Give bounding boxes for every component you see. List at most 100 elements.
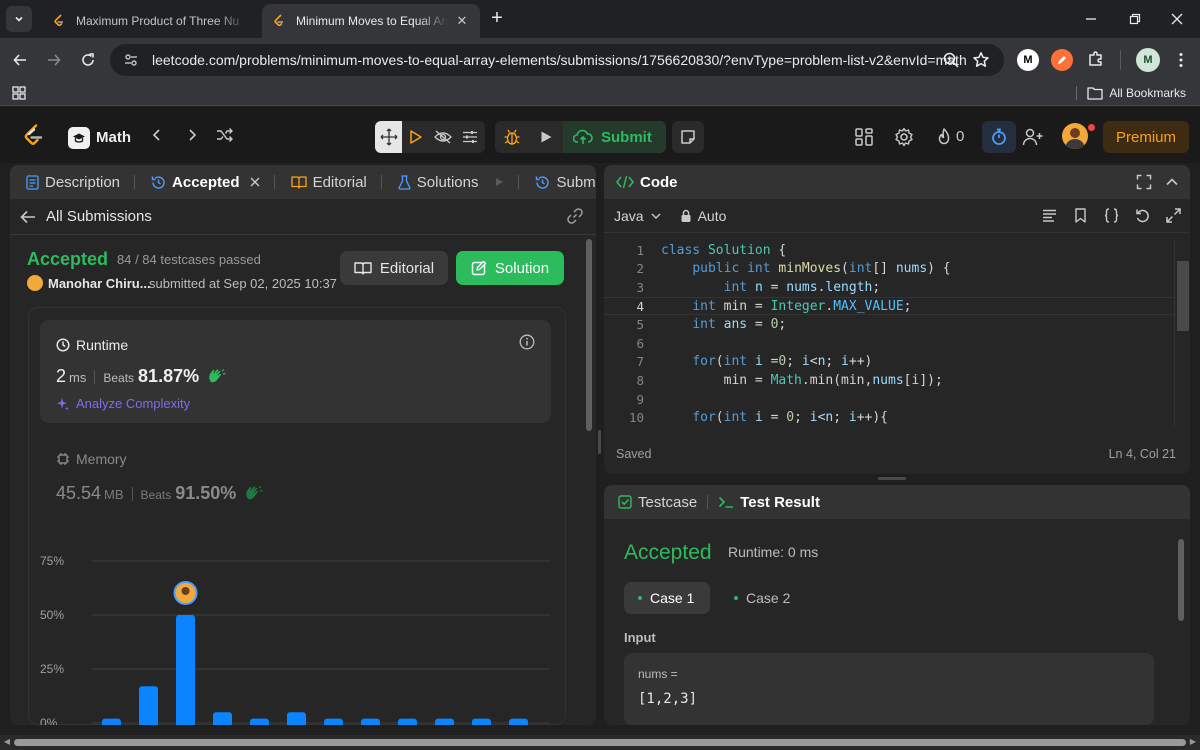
debugger-button[interactable]	[495, 121, 529, 153]
editorial-button[interactable]: Editorial	[340, 251, 448, 285]
page-horizontal-scrollbar[interactable]: ◀ ▶	[0, 735, 1200, 750]
notes-button[interactable]	[672, 121, 704, 153]
code-line[interactable]: 4 int min = Integer.MAX_VALUE;	[604, 296, 1174, 316]
back-button[interactable]	[8, 48, 32, 72]
chart-bar[interactable]	[250, 718, 269, 725]
leetcode-logo-icon[interactable]	[22, 124, 44, 148]
case-tab-1[interactable]: Case 1	[624, 582, 710, 614]
chart-bar[interactable]	[213, 712, 232, 725]
chart-bar[interactable]	[139, 686, 158, 725]
address-bar[interactable]: leetcode.com/problems/minimum-moves-to-e…	[110, 44, 1004, 76]
new-tab-button[interactable]: +	[486, 8, 508, 30]
language-selector[interactable]: Java	[614, 208, 662, 224]
editor-scrollbar[interactable]	[1174, 241, 1189, 427]
layout-grid-icon[interactable]	[854, 127, 874, 147]
left-panel-scrollbar[interactable]	[584, 235, 594, 725]
browser-tab-inactive[interactable]: Maximum Product of Three Nu	[42, 4, 260, 38]
more-menu-icon[interactable]	[1172, 51, 1190, 69]
next-problem-button[interactable]	[183, 127, 201, 145]
info-icon[interactable]	[519, 334, 535, 350]
panel-resize-handle-horizontal[interactable]	[878, 477, 906, 480]
code-line[interactable]: 9	[604, 390, 1174, 409]
test-panel-scrollbar[interactable]	[1176, 535, 1186, 715]
apps-grid-icon[interactable]	[12, 86, 26, 100]
all-submissions-link[interactable]: All Submissions	[10, 199, 596, 235]
browser-tab-active[interactable]: Minimum Moves to Equal Array ✕	[262, 4, 480, 38]
chart-bar[interactable]	[509, 718, 528, 725]
run-debug-button[interactable]	[402, 121, 429, 153]
test-scroll-thumb[interactable]	[1178, 539, 1184, 621]
tab-submissions[interactable]: Submissions	[531, 174, 596, 191]
extensions-puzzle-icon[interactable]	[1087, 50, 1105, 68]
reset-icon[interactable]	[1134, 207, 1151, 224]
zoom-icon[interactable]	[942, 51, 960, 69]
code-line[interactable]: 7 for(int i =0; i<n; i++)	[604, 353, 1174, 372]
scroll-right-icon[interactable]: ▶	[1188, 737, 1198, 747]
fullscreen-icon[interactable]	[1136, 174, 1152, 190]
chart-bar[interactable]	[472, 718, 491, 725]
flame-icon[interactable]	[934, 127, 954, 147]
user-avatar[interactable]	[1062, 123, 1088, 149]
memory-title[interactable]: Memory	[56, 451, 127, 467]
tab-test-result[interactable]: Test Result	[718, 494, 820, 511]
code-line[interactable]: 10 for(int i = 0; i<n; i++){	[604, 408, 1174, 427]
author-avatar[interactable]	[27, 275, 43, 291]
panel-resize-handle-vertical[interactable]	[598, 430, 601, 454]
scroll-left-icon[interactable]: ◀	[2, 737, 12, 747]
bookmark-star-icon[interactable]	[972, 51, 990, 69]
tab-close-icon[interactable]: ✕	[454, 13, 470, 29]
expand-icon[interactable]	[1165, 207, 1182, 224]
close-tab-icon[interactable]	[250, 177, 260, 187]
case-tab-2[interactable]: Case 2	[720, 582, 804, 614]
medium-extension-icon[interactable]: M	[1017, 49, 1039, 71]
tab-accepted[interactable]: Accepted	[147, 174, 287, 191]
gear-icon[interactable]	[894, 127, 914, 147]
close-window-button[interactable]	[1166, 8, 1188, 30]
author-name[interactable]: Manohar Chiru...	[48, 276, 151, 291]
reload-button[interactable]	[76, 48, 100, 72]
submit-button[interactable]: Submit	[563, 121, 666, 153]
share-link-icon[interactable]	[566, 207, 584, 225]
run-button[interactable]	[529, 121, 563, 153]
chart-bar[interactable]	[361, 718, 380, 725]
tab-description[interactable]: Description	[22, 174, 147, 191]
code-editor[interactable]: 1 class Solution {2 public int minMoves(i…	[604, 241, 1190, 429]
chart-bar[interactable]	[176, 615, 195, 725]
code-line[interactable]: 5 int ans = 0;	[604, 315, 1174, 334]
code-line[interactable]: 3 int n = nums.length;	[604, 278, 1174, 297]
site-settings-icon[interactable]	[122, 52, 140, 68]
page-scroll-thumb[interactable]	[14, 739, 1186, 746]
autocomplete-toggle[interactable]: Auto	[680, 208, 726, 224]
prev-problem-button[interactable]	[148, 127, 166, 145]
code-line[interactable]: 6	[604, 334, 1174, 353]
drag-handle-button[interactable]	[375, 121, 402, 153]
chart-bar[interactable]	[102, 718, 121, 725]
runtime-card[interactable]: Runtime 2 ms Beats 81.87% Analyze Complexit…	[40, 320, 551, 423]
collapse-icon[interactable]	[1164, 174, 1180, 190]
all-bookmarks-button[interactable]: All Bookmarks	[1076, 86, 1186, 100]
chart-bar[interactable]	[398, 718, 417, 725]
chart-bar[interactable]	[324, 718, 343, 725]
left-scroll-thumb[interactable]	[586, 239, 592, 431]
analyze-complexity-link[interactable]: Analyze Complexity	[56, 396, 190, 411]
format-lines-icon[interactable]	[1041, 207, 1058, 224]
restore-button[interactable]	[1124, 8, 1146, 30]
layout-settings-button[interactable]	[456, 121, 483, 153]
random-problem-button[interactable]	[216, 127, 234, 145]
solution-button[interactable]: Solution	[456, 251, 564, 285]
chart-bar[interactable]	[435, 718, 454, 725]
problem-list-icon[interactable]	[68, 127, 90, 149]
editor-scroll-thumb[interactable]	[1177, 261, 1189, 331]
tab-search-button[interactable]	[6, 6, 32, 32]
code-line[interactable]: 8 min = Math.min(min,nums[i]);	[604, 371, 1174, 390]
code-line[interactable]: 2 public int minMoves(int[] nums) {	[604, 260, 1174, 279]
profile-avatar[interactable]: M	[1136, 48, 1160, 72]
add-friend-icon[interactable]	[1022, 127, 1044, 147]
timer-button[interactable]	[982, 121, 1016, 153]
tab-solutions[interactable]: Solutions	[394, 174, 532, 191]
toggle-visibility-button[interactable]	[429, 121, 456, 153]
premium-button[interactable]: Premium	[1103, 121, 1189, 153]
extension-orange-icon[interactable]	[1051, 49, 1073, 71]
chart-bar[interactable]	[287, 712, 306, 725]
braces-icon[interactable]	[1103, 207, 1120, 224]
